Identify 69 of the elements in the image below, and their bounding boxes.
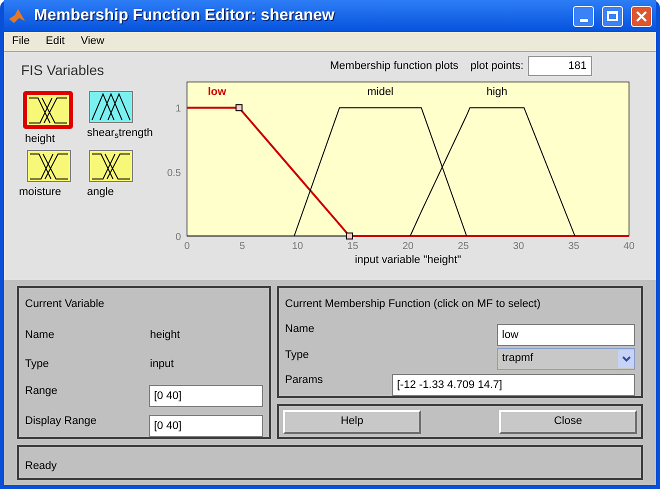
y-tick-label: 0.5 — [167, 168, 181, 179]
close-icon — [636, 10, 647, 22]
curve-label: midel — [367, 86, 394, 98]
params-field[interactable]: [-12 -1.33 4.709 14.7] — [392, 374, 635, 396]
maximize-icon — [607, 11, 618, 21]
x-tick-label: 20 — [402, 241, 414, 252]
menu-item[interactable]: View — [80, 33, 104, 50]
app-logo-icon — [8, 7, 26, 25]
membership-curve[interactable] — [410, 107, 576, 236]
variable-button[interactable] — [89, 150, 133, 182]
variable-button[interactable] — [89, 91, 133, 123]
field-value: input — [150, 357, 174, 372]
x-tick-label: 40 — [623, 241, 635, 252]
membership-shape-icon — [90, 150, 132, 180]
variable-label: moisture — [19, 184, 62, 200]
handle-marker[interactable] — [236, 104, 243, 112]
panel-title: Current Variable — [25, 297, 106, 312]
y-tick-label: 0 — [175, 232, 181, 243]
minimize-button[interactable] — [573, 6, 594, 26]
chevron-icon — [618, 350, 634, 368]
plot-area[interactable] — [186, 82, 630, 236]
variable-label: height — [25, 132, 55, 147]
x-tick-label: 15 — [347, 241, 358, 252]
handle-marker[interactable] — [346, 232, 353, 240]
field-label: Name — [25, 328, 56, 344]
plot-title: Membership function plots — [330, 58, 458, 74]
close-button[interactable] — [631, 6, 652, 26]
variable-label: shear$_{s}$trength — [87, 126, 153, 142]
window-title: Membership Function Editor: sheranew — [34, 6, 336, 26]
variable-label: angle — [87, 184, 114, 200]
maximize-button[interactable] — [602, 6, 623, 26]
x-tick-label: 30 — [512, 241, 524, 252]
field-label: Type — [25, 357, 50, 372]
minimize-icon — [580, 18, 588, 22]
menu-item[interactable]: File — [12, 33, 30, 50]
curve-label: high — [486, 86, 508, 98]
field-label: Display Range — [25, 414, 98, 428]
field-label: Type — [285, 348, 309, 362]
x-axis-label: input variable "height" — [354, 254, 462, 266]
membership-curve[interactable] — [294, 107, 468, 236]
membership-shape-icon — [27, 95, 69, 125]
name-field[interactable]: low — [497, 324, 635, 346]
section-title: FIS Variables — [21, 61, 105, 80]
field-label: Range — [25, 384, 58, 398]
plot-points-field[interactable]: 181 — [528, 56, 592, 76]
membership-shape-icon — [28, 150, 70, 180]
field-label: Name — [285, 322, 314, 336]
plot-points-label: plot points: — [470, 58, 524, 74]
variable-button[interactable] — [27, 150, 71, 182]
membership-shape-icon — [90, 92, 132, 122]
menu-item[interactable]: Edit — [46, 33, 65, 50]
x-tick-label: 35 — [568, 241, 580, 252]
x-tick-label: 5 — [239, 241, 246, 252]
type-dropdown[interactable]: trapmf — [497, 348, 635, 370]
x-tick-label: 25 — [458, 241, 469, 252]
x-tick-label: 10 — [292, 241, 304, 252]
membership-curve[interactable] — [187, 106, 629, 237]
x-tick-label: 0 — [184, 241, 190, 252]
field-value: height — [150, 328, 180, 344]
variable-button[interactable] — [23, 91, 73, 129]
dialog-button[interactable]: Help — [283, 410, 421, 434]
panel-title: Current Membership Function (click on MF to select) — [285, 297, 542, 312]
display-range-field[interactable]: [0 40] — [149, 414, 263, 436]
status-text: Ready — [25, 460, 57, 472]
dialog-button[interactable]: Close — [499, 410, 637, 434]
curve-label: low — [208, 86, 226, 98]
field-label: Params — [285, 373, 323, 388]
range-field[interactable]: [0 40] — [149, 384, 263, 406]
y-tick-label: 1 — [175, 104, 181, 115]
